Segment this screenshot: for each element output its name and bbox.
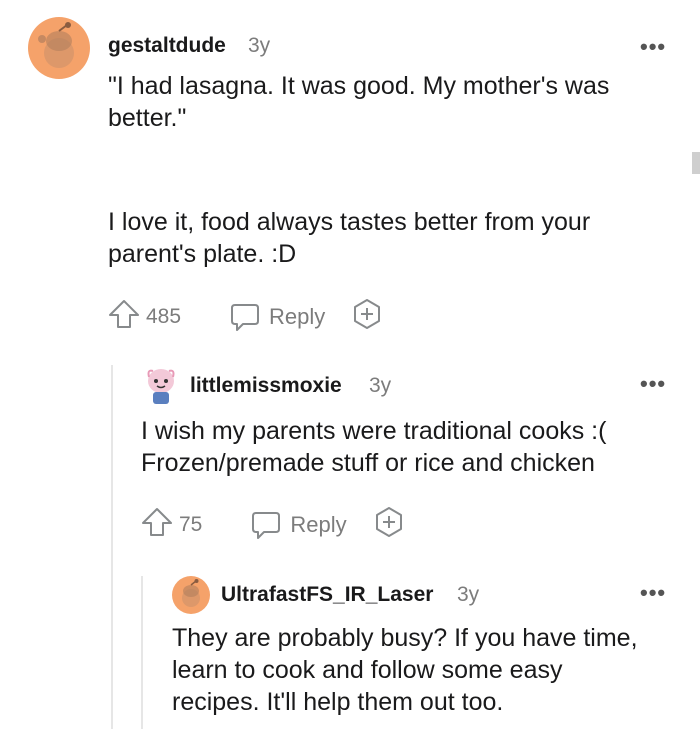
comment-age: 3y xyxy=(248,34,271,57)
award-plus-icon[interactable] xyxy=(351,298,383,336)
comment-actions: 75 Reply xyxy=(141,506,405,544)
upvote-count: 75 xyxy=(179,513,203,536)
more-options-button[interactable]: ••• xyxy=(640,580,666,606)
custom-avatar-icon xyxy=(141,365,181,405)
reply-bubble-icon xyxy=(231,304,260,331)
comment-username[interactable]: gestaltdude xyxy=(108,34,226,58)
comment-text-line: recipes. It'll help them out too. xyxy=(172,688,504,716)
comment-age: 3y xyxy=(457,583,480,606)
comment-username[interactable]: littlemissmoxie xyxy=(190,374,342,398)
thread-line[interactable] xyxy=(111,365,113,729)
more-options-button[interactable]: ••• xyxy=(640,34,666,60)
scrollbar[interactable] xyxy=(692,152,700,174)
upvote-count: 485 xyxy=(146,305,182,328)
snoo-avatar-icon xyxy=(172,576,210,614)
upvote-arrow-icon[interactable] xyxy=(108,299,140,335)
award-plus-icon[interactable] xyxy=(373,506,405,544)
comment-text-line: Frozen/premade stuff or rice and chicken xyxy=(141,449,595,477)
comment-text-line: learn to cook and follow some easy xyxy=(172,656,563,684)
comment-text-line: I wish my parents were traditional cooks… xyxy=(141,417,607,445)
more-options-button[interactable]: ••• xyxy=(640,371,666,397)
comment-text-line: They are probably busy? If you have time… xyxy=(172,624,638,652)
comment-actions: 485 Reply xyxy=(108,298,383,336)
comment-text: I love it, food always tastes better fro… xyxy=(108,206,678,270)
reply-label: Reply xyxy=(269,304,326,329)
comment-age: 3y xyxy=(369,374,392,397)
reply-bubble-icon xyxy=(252,512,281,539)
comment-text-line: better." xyxy=(108,104,187,132)
thread-line[interactable] xyxy=(141,576,143,729)
reply-label: Reply xyxy=(290,512,347,537)
comment-text-line: parent's plate. :D xyxy=(108,240,297,268)
comment-text: "I had lasagna. It was good. My mother's… xyxy=(108,70,678,134)
avatar[interactable] xyxy=(28,17,90,79)
avatar[interactable] xyxy=(141,365,181,405)
comment-text-line: I love it, food always tastes better fro… xyxy=(108,208,591,236)
reply-button[interactable]: Reply xyxy=(250,510,347,540)
reply-button[interactable]: Reply xyxy=(229,302,325,332)
avatar[interactable] xyxy=(172,576,210,614)
comment-username[interactable]: UltrafastFS_IR_Laser xyxy=(221,583,433,607)
snoo-avatar-icon xyxy=(28,17,90,79)
comment-text: I wish my parents were traditional cooks… xyxy=(141,415,681,479)
comment-text-line: "I had lasagna. It was good. My mother's… xyxy=(108,72,610,100)
upvote-arrow-icon[interactable] xyxy=(141,507,173,543)
comment-text: They are probably busy? If you have time… xyxy=(172,622,682,718)
